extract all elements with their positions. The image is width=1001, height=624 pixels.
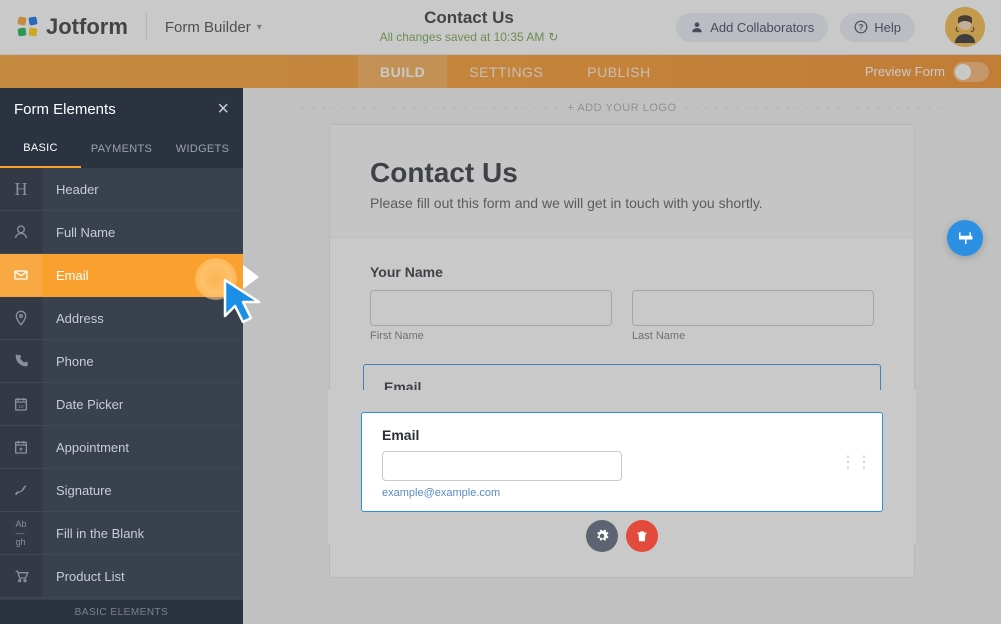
field-action-buttons bbox=[330, 480, 914, 512]
form-builder-label: Form Builder bbox=[165, 19, 251, 36]
sidebar: Form Elements × BASIC PAYMENTS WIDGETS H… bbox=[0, 88, 243, 624]
calendar-icon: 10 bbox=[0, 383, 42, 425]
email-field-section[interactable]: Email example@example.com ⋮⋮ bbox=[329, 364, 915, 512]
form-title: Contact Us bbox=[370, 157, 874, 189]
element-date-picker[interactable]: 10 Date Picker bbox=[0, 383, 243, 426]
topbar-center: Contact Us All changes saved at 10:35 AM… bbox=[262, 8, 676, 46]
svg-text:10: 10 bbox=[18, 404, 24, 409]
trash-icon bbox=[635, 489, 649, 503]
preview-toggle[interactable]: Preview Form bbox=[865, 55, 989, 88]
field-settings-button[interactable] bbox=[586, 480, 618, 512]
element-list: H Header Full Name Email Address Phone 1… bbox=[0, 168, 243, 600]
form-subtitle: Please fill out this form and we will ge… bbox=[370, 195, 874, 211]
divider bbox=[146, 13, 147, 41]
reload-icon: ↻ bbox=[548, 30, 558, 44]
user-icon bbox=[690, 20, 704, 34]
sidebar-footer: BASIC ELEMENTS bbox=[0, 600, 243, 624]
last-name-col: Last Name bbox=[632, 290, 874, 342]
email-label: Email bbox=[384, 379, 860, 395]
sidebar-tab-widgets[interactable]: WIDGETS bbox=[162, 130, 243, 168]
name-row: First Name Last Name bbox=[370, 290, 874, 342]
sidebar-title: Form Elements bbox=[14, 101, 116, 118]
element-signature[interactable]: Signature bbox=[0, 469, 243, 512]
cart-icon bbox=[0, 555, 42, 597]
element-product-list[interactable]: Product List bbox=[0, 555, 243, 598]
tab-publish[interactable]: PUBLISH bbox=[565, 55, 672, 88]
element-email[interactable]: Email bbox=[0, 254, 243, 297]
main-tabs: BUILD SETTINGS PUBLISH Preview Form bbox=[0, 55, 1001, 88]
user-icon bbox=[0, 211, 42, 253]
jotform-logo-icon bbox=[16, 15, 40, 39]
first-name-col: First Name bbox=[370, 290, 612, 342]
help-icon: ? bbox=[854, 20, 868, 34]
canvas: + ADD YOUR LOGO Contact Us Please fill o… bbox=[243, 88, 1001, 624]
form-container: Contact Us Please fill out this form and… bbox=[329, 124, 915, 578]
add-logo-button[interactable]: + ADD YOUR LOGO bbox=[243, 102, 1001, 114]
element-phone[interactable]: Phone bbox=[0, 340, 243, 383]
gear-icon bbox=[595, 489, 609, 503]
ab-icon: Ab—gh bbox=[0, 512, 42, 554]
sidebar-tab-payments[interactable]: PAYMENTS bbox=[81, 130, 162, 168]
your-name-label: Your Name bbox=[370, 264, 874, 280]
email-hint: example@example.com bbox=[384, 445, 860, 457]
pin-icon bbox=[0, 297, 42, 339]
last-name-input[interactable] bbox=[632, 290, 874, 326]
paint-roller-icon bbox=[956, 229, 974, 247]
svg-text:?: ? bbox=[859, 23, 864, 32]
field-delete-button[interactable] bbox=[626, 480, 658, 512]
element-appointment[interactable]: Appointment bbox=[0, 426, 243, 469]
sidebar-header: Form Elements × bbox=[0, 88, 243, 130]
save-status: All changes saved at 10:35 AM ↻ bbox=[380, 30, 559, 44]
add-collaborators-button[interactable]: Add Collaborators bbox=[676, 13, 828, 42]
element-header[interactable]: H Header bbox=[0, 168, 243, 211]
topbar-right: Add Collaborators ? Help bbox=[676, 7, 985, 47]
calendar-star-icon bbox=[0, 426, 42, 468]
topbar: Jotform Form Builder ▾ Contact Us All ch… bbox=[0, 0, 1001, 55]
toggle-switch[interactable] bbox=[953, 62, 989, 82]
drag-arrow-icon bbox=[243, 265, 273, 289]
email-input[interactable] bbox=[384, 403, 624, 439]
element-full-name[interactable]: Full Name bbox=[0, 211, 243, 254]
drag-handle-icon[interactable]: ⋮⋮ bbox=[838, 407, 870, 427]
first-name-sublabel: First Name bbox=[370, 330, 612, 342]
email-card[interactable]: Email example@example.com ⋮⋮ bbox=[363, 364, 881, 470]
form-title-header[interactable]: Contact Us bbox=[262, 8, 676, 28]
element-fill-blank[interactable]: Ab—gh Fill in the Blank bbox=[0, 512, 243, 555]
avatar-icon bbox=[945, 7, 985, 47]
first-name-input[interactable] bbox=[370, 290, 612, 326]
sidebar-tabs: BASIC PAYMENTS WIDGETS bbox=[0, 130, 243, 168]
form-body: Your Name First Name Last Name Email bbox=[330, 238, 914, 537]
pen-icon bbox=[0, 469, 42, 511]
help-button[interactable]: ? Help bbox=[840, 13, 915, 42]
element-address[interactable]: Address bbox=[0, 297, 243, 340]
brand-logo[interactable]: Jotform bbox=[16, 14, 128, 40]
form-header[interactable]: Contact Us Please fill out this form and… bbox=[330, 125, 914, 238]
phone-icon bbox=[0, 340, 42, 382]
form-builder-dropdown[interactable]: Form Builder ▾ bbox=[165, 19, 262, 36]
header-icon: H bbox=[0, 168, 42, 210]
last-name-sublabel: Last Name bbox=[632, 330, 874, 342]
form-designer-fab[interactable] bbox=[947, 220, 983, 256]
user-avatar[interactable] bbox=[945, 7, 985, 47]
close-icon[interactable]: × bbox=[217, 98, 229, 121]
brand-text: Jotform bbox=[46, 14, 128, 40]
sidebar-tab-basic[interactable]: BASIC bbox=[0, 130, 81, 168]
mail-icon bbox=[0, 254, 42, 296]
tab-settings[interactable]: SETTINGS bbox=[447, 55, 565, 88]
tab-build[interactable]: BUILD bbox=[358, 55, 447, 88]
